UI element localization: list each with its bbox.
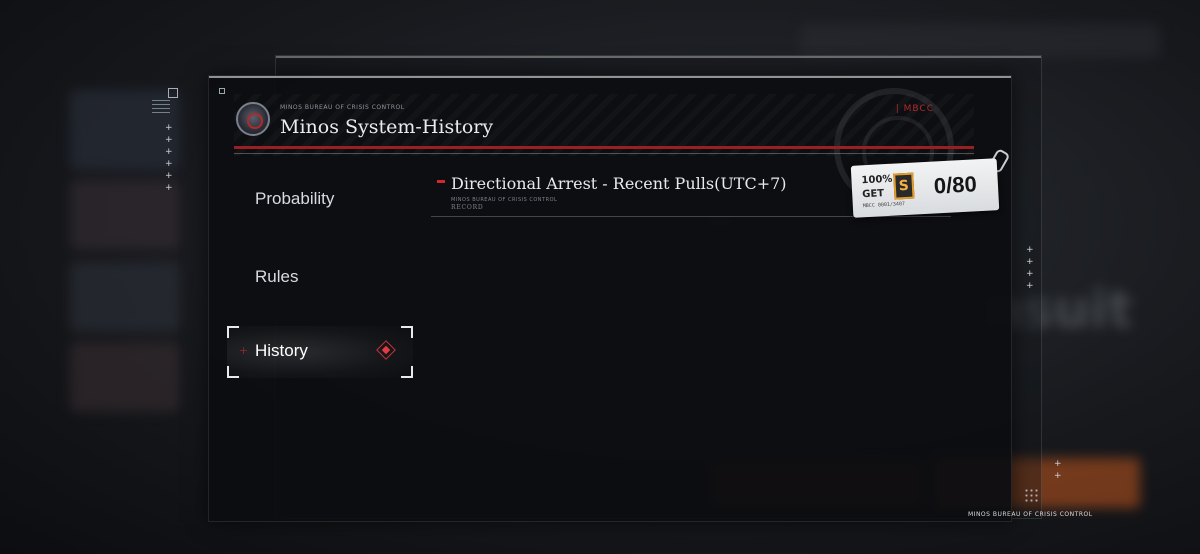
- background-card: [70, 262, 180, 332]
- nav-item-history[interactable]: History: [255, 341, 308, 361]
- plus-column-decoration: + +: [1054, 459, 1062, 481]
- nav-item-rules[interactable]: Rules: [255, 267, 298, 287]
- panel-top-line: [209, 76, 1011, 78]
- selection-bracket: [227, 366, 239, 378]
- selection-bracket: [401, 366, 413, 378]
- corner-marker: [219, 88, 225, 94]
- square-icon: [168, 88, 178, 98]
- dots-grid-icon: [1024, 488, 1040, 504]
- bureau-label: MINOS BUREAU OF CRISIS CONTROL: [280, 104, 405, 111]
- red-dash-marker: [437, 180, 445, 183]
- background-card: [70, 342, 180, 412]
- background-top-bar: [800, 24, 1160, 58]
- background-card: [70, 180, 180, 250]
- nav-item-probability[interactable]: Probability: [255, 189, 334, 209]
- header-tag: | MBCC: [895, 104, 934, 114]
- section-title: Directional Arrest - Recent Pulls(UTC+7): [451, 174, 787, 193]
- s-grade-icon: S: [893, 172, 915, 200]
- diamond-selected-icon: [376, 340, 396, 360]
- guarantee-get: GET: [861, 188, 885, 201]
- plus-marker: +: [239, 344, 249, 357]
- selection-bracket: [227, 326, 239, 338]
- bureau-emblem-icon: [236, 102, 270, 136]
- plus-column-decoration: + + + + + +: [165, 123, 173, 193]
- panel-header: MINOS BUREAU OF CRISIS CONTROL Minos Sys…: [234, 88, 974, 208]
- guarantee-percent: 100%: [861, 173, 893, 187]
- selection-bracket: [401, 326, 413, 338]
- pity-count: 0/80: [933, 171, 978, 199]
- plus-column-decoration: + + + +: [1026, 245, 1034, 291]
- back-panel-top-line: [276, 56, 1041, 58]
- page-title: Minos System-History: [280, 116, 494, 138]
- section-record-label: RECORD: [451, 204, 484, 211]
- lines-icon: [152, 100, 170, 114]
- section-bureau-label: MINOS BUREAU OF CRISIS CONTROL: [451, 197, 558, 203]
- history-panel: MINOS BUREAU OF CRISIS CONTROL Minos Sys…: [208, 75, 1012, 522]
- header-thin-rule: [234, 153, 974, 154]
- footer-bureau-label: MINOS BUREAU OF CRISIS CONTROL: [968, 511, 1093, 518]
- header-red-rule: [234, 146, 974, 149]
- pity-counter-card: 100% GET S MBCC 0001/3407 0/80: [850, 158, 1000, 218]
- guarantee-badge: 100% GET S: [857, 169, 915, 202]
- card-code: MBCC 0001/3407: [862, 201, 906, 210]
